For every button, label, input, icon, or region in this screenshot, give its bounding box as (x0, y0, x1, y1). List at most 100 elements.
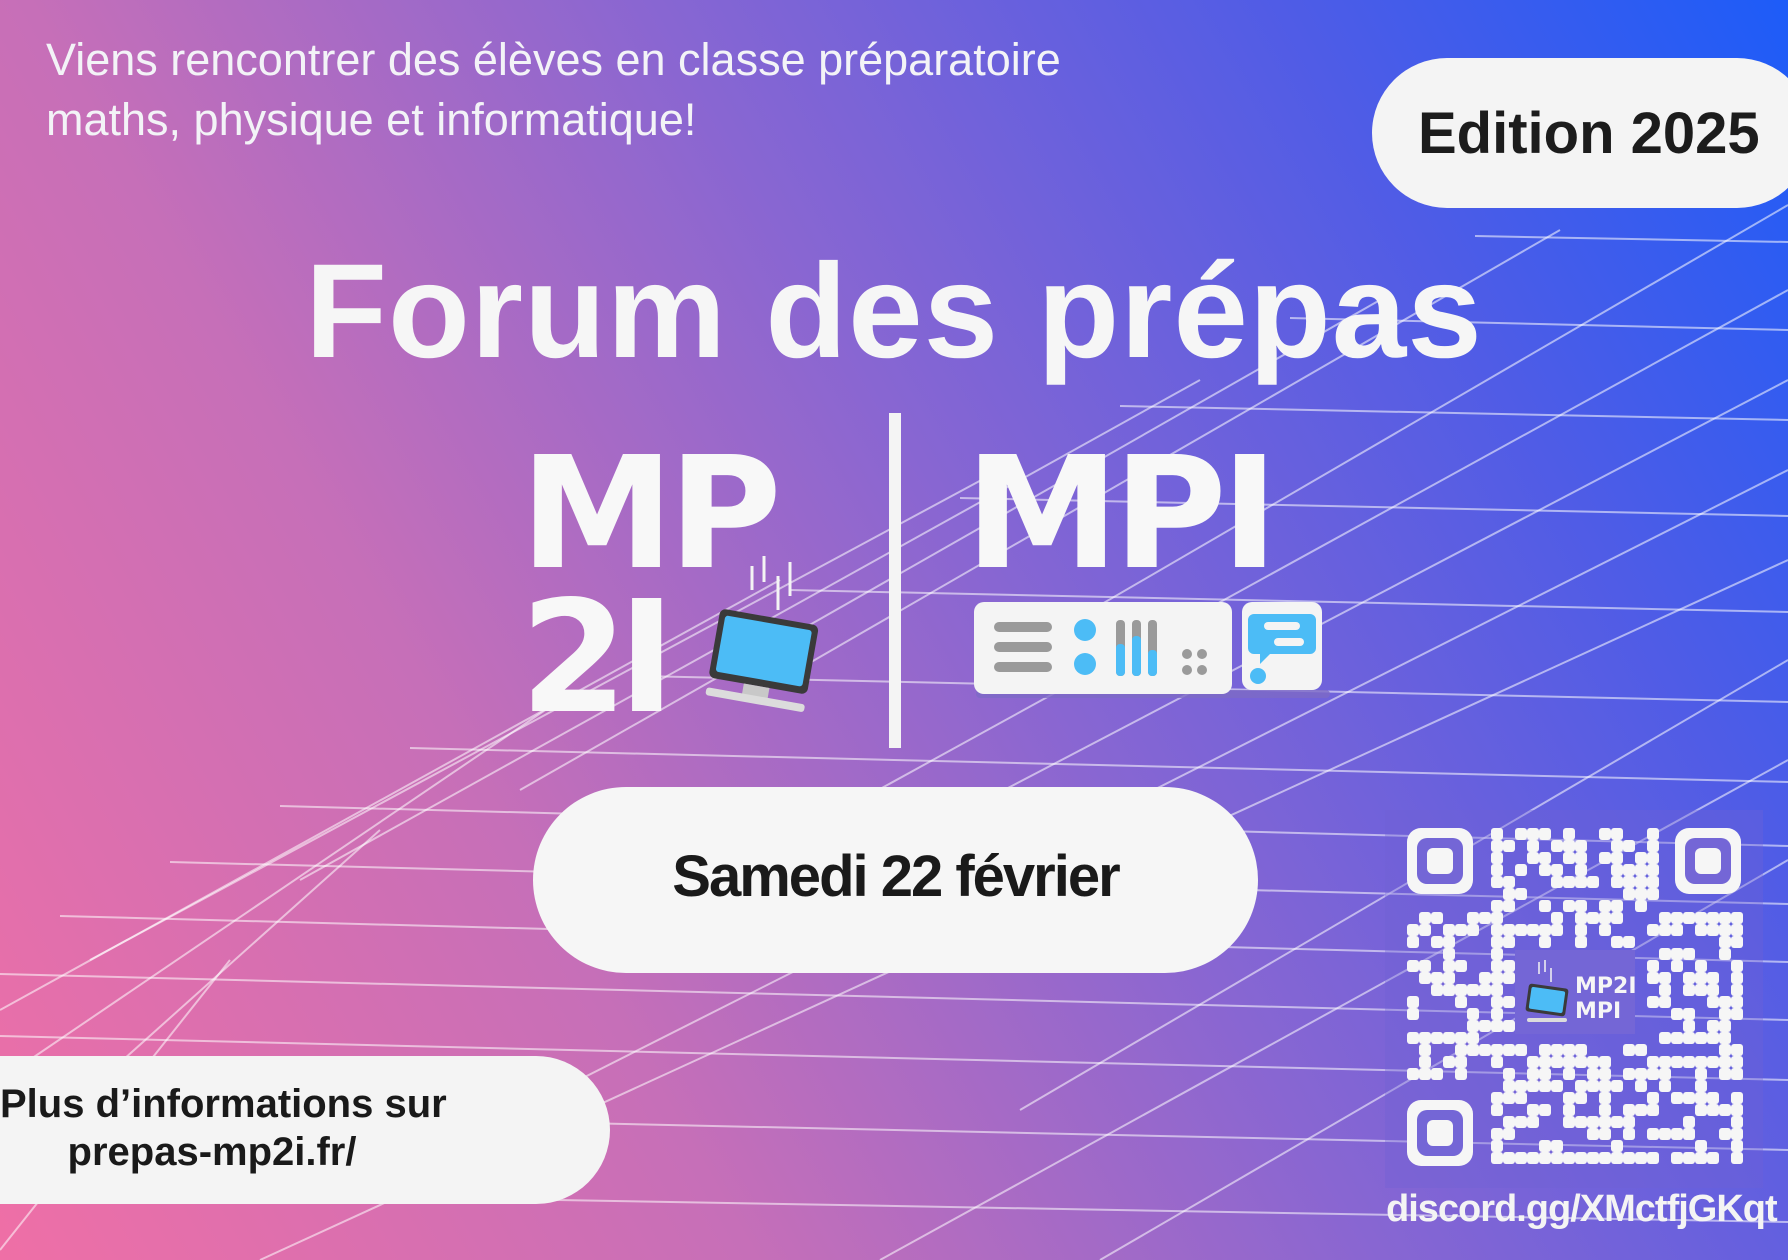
qr-module (1563, 1044, 1575, 1056)
qr-module (1623, 888, 1635, 900)
qr-module (1467, 984, 1479, 996)
qr-module (1503, 1080, 1515, 1092)
qr-module (1479, 1020, 1491, 1032)
qr-module (1659, 1032, 1671, 1044)
qr-module (1659, 1056, 1671, 1068)
qr-center-mpi: MPI (1575, 999, 1621, 1024)
qr-module (1467, 924, 1479, 936)
qr-module (1623, 1116, 1635, 1128)
qr-module (1671, 1008, 1683, 1020)
qr-module (1719, 912, 1731, 924)
qr-module (1491, 1140, 1503, 1152)
qr-module (1467, 1008, 1479, 1020)
qr-module (1575, 876, 1587, 888)
qr-module (1419, 912, 1431, 924)
edition-badge: Edition 2025 (1372, 58, 1788, 208)
qr-module (1575, 852, 1587, 864)
qr-module (1719, 1068, 1731, 1080)
qr-module (1707, 984, 1719, 996)
qr-module (1671, 1032, 1683, 1044)
qr-module (1587, 1152, 1599, 1164)
qr-module (1575, 936, 1587, 948)
qr-module (1551, 1152, 1563, 1164)
qr-module (1563, 876, 1575, 888)
qr-module (1587, 1056, 1599, 1068)
qr-module (1443, 924, 1455, 936)
qr-module (1503, 924, 1515, 936)
qr-module (1731, 996, 1743, 1008)
qr-module (1719, 1008, 1731, 1020)
qr-module (1491, 936, 1503, 948)
qr-module (1731, 1044, 1743, 1056)
qr-module (1527, 852, 1539, 864)
qr-module (1707, 912, 1719, 924)
qr-module (1647, 1068, 1659, 1080)
qr-module (1539, 1056, 1551, 1068)
info-line-1: Plus d’informations sur (0, 1082, 447, 1126)
qr-code[interactable]: MP2I MPI (1385, 810, 1763, 1188)
qr-module (1491, 912, 1503, 924)
qr-module (1671, 1128, 1683, 1140)
qr-module (1611, 1140, 1623, 1152)
qr-module (1515, 924, 1527, 936)
qr-module (1599, 1104, 1611, 1116)
qr-module (1455, 1032, 1467, 1044)
qr-module (1539, 1152, 1551, 1164)
qr-module (1491, 900, 1503, 912)
qr-module (1695, 1092, 1707, 1104)
qr-module (1503, 996, 1515, 1008)
info-link[interactable]: prepas-mp2i.fr/ (0, 1130, 424, 1175)
qr-module (1731, 1008, 1743, 1020)
date-pill: Samedi 22 février (533, 787, 1258, 973)
qr-module (1443, 972, 1455, 984)
qr-module (1719, 1044, 1731, 1056)
chat-icon (1242, 602, 1322, 690)
date-label: Samedi 22 février (672, 844, 1120, 909)
qr-module (1503, 1152, 1515, 1164)
qr-module (1587, 912, 1599, 924)
qr-module (1611, 1152, 1623, 1164)
qr-module (1611, 1116, 1623, 1128)
qr-module (1407, 960, 1419, 972)
qr-module (1683, 972, 1695, 984)
qr-module (1491, 1008, 1503, 1020)
qr-module (1707, 1152, 1719, 1164)
qr-module (1575, 1056, 1587, 1068)
qr-module (1503, 876, 1515, 888)
qr-module (1659, 984, 1671, 996)
qr-module (1719, 924, 1731, 936)
qr-module (1539, 1068, 1551, 1080)
qr-module (1707, 996, 1719, 1008)
qr-module (1659, 1128, 1671, 1140)
qr-module (1407, 1068, 1419, 1080)
qr-module (1527, 828, 1539, 840)
qr-module (1479, 984, 1491, 996)
qr-module (1431, 936, 1443, 948)
qr-module (1551, 1140, 1563, 1152)
qr-module (1479, 912, 1491, 924)
qr-module (1539, 1140, 1551, 1152)
intro-line-1: Viens rencontrer des élèves en classe pr… (46, 34, 1061, 85)
qr-module (1671, 1152, 1683, 1164)
qr-module (1623, 876, 1635, 888)
qr-module (1479, 972, 1491, 984)
qr-module (1707, 924, 1719, 936)
qr-module (1731, 1140, 1743, 1152)
qr-module (1599, 912, 1611, 924)
qr-module (1419, 960, 1431, 972)
qr-module (1731, 972, 1743, 984)
qr-module (1563, 900, 1575, 912)
qr-module (1575, 1044, 1587, 1056)
qr-module (1683, 1128, 1695, 1140)
qr-module (1611, 852, 1623, 864)
qr-module (1467, 1020, 1479, 1032)
qr-module (1443, 948, 1455, 960)
qr-module (1611, 876, 1623, 888)
qr-module (1695, 1068, 1707, 1080)
qr-module (1659, 948, 1671, 960)
qr-module (1731, 1152, 1743, 1164)
qr-module (1635, 1044, 1647, 1056)
qr-module (1683, 1056, 1695, 1068)
qr-module (1407, 924, 1419, 936)
discord-link[interactable]: discord.gg/XMctfjGKqt (1386, 1188, 1778, 1231)
